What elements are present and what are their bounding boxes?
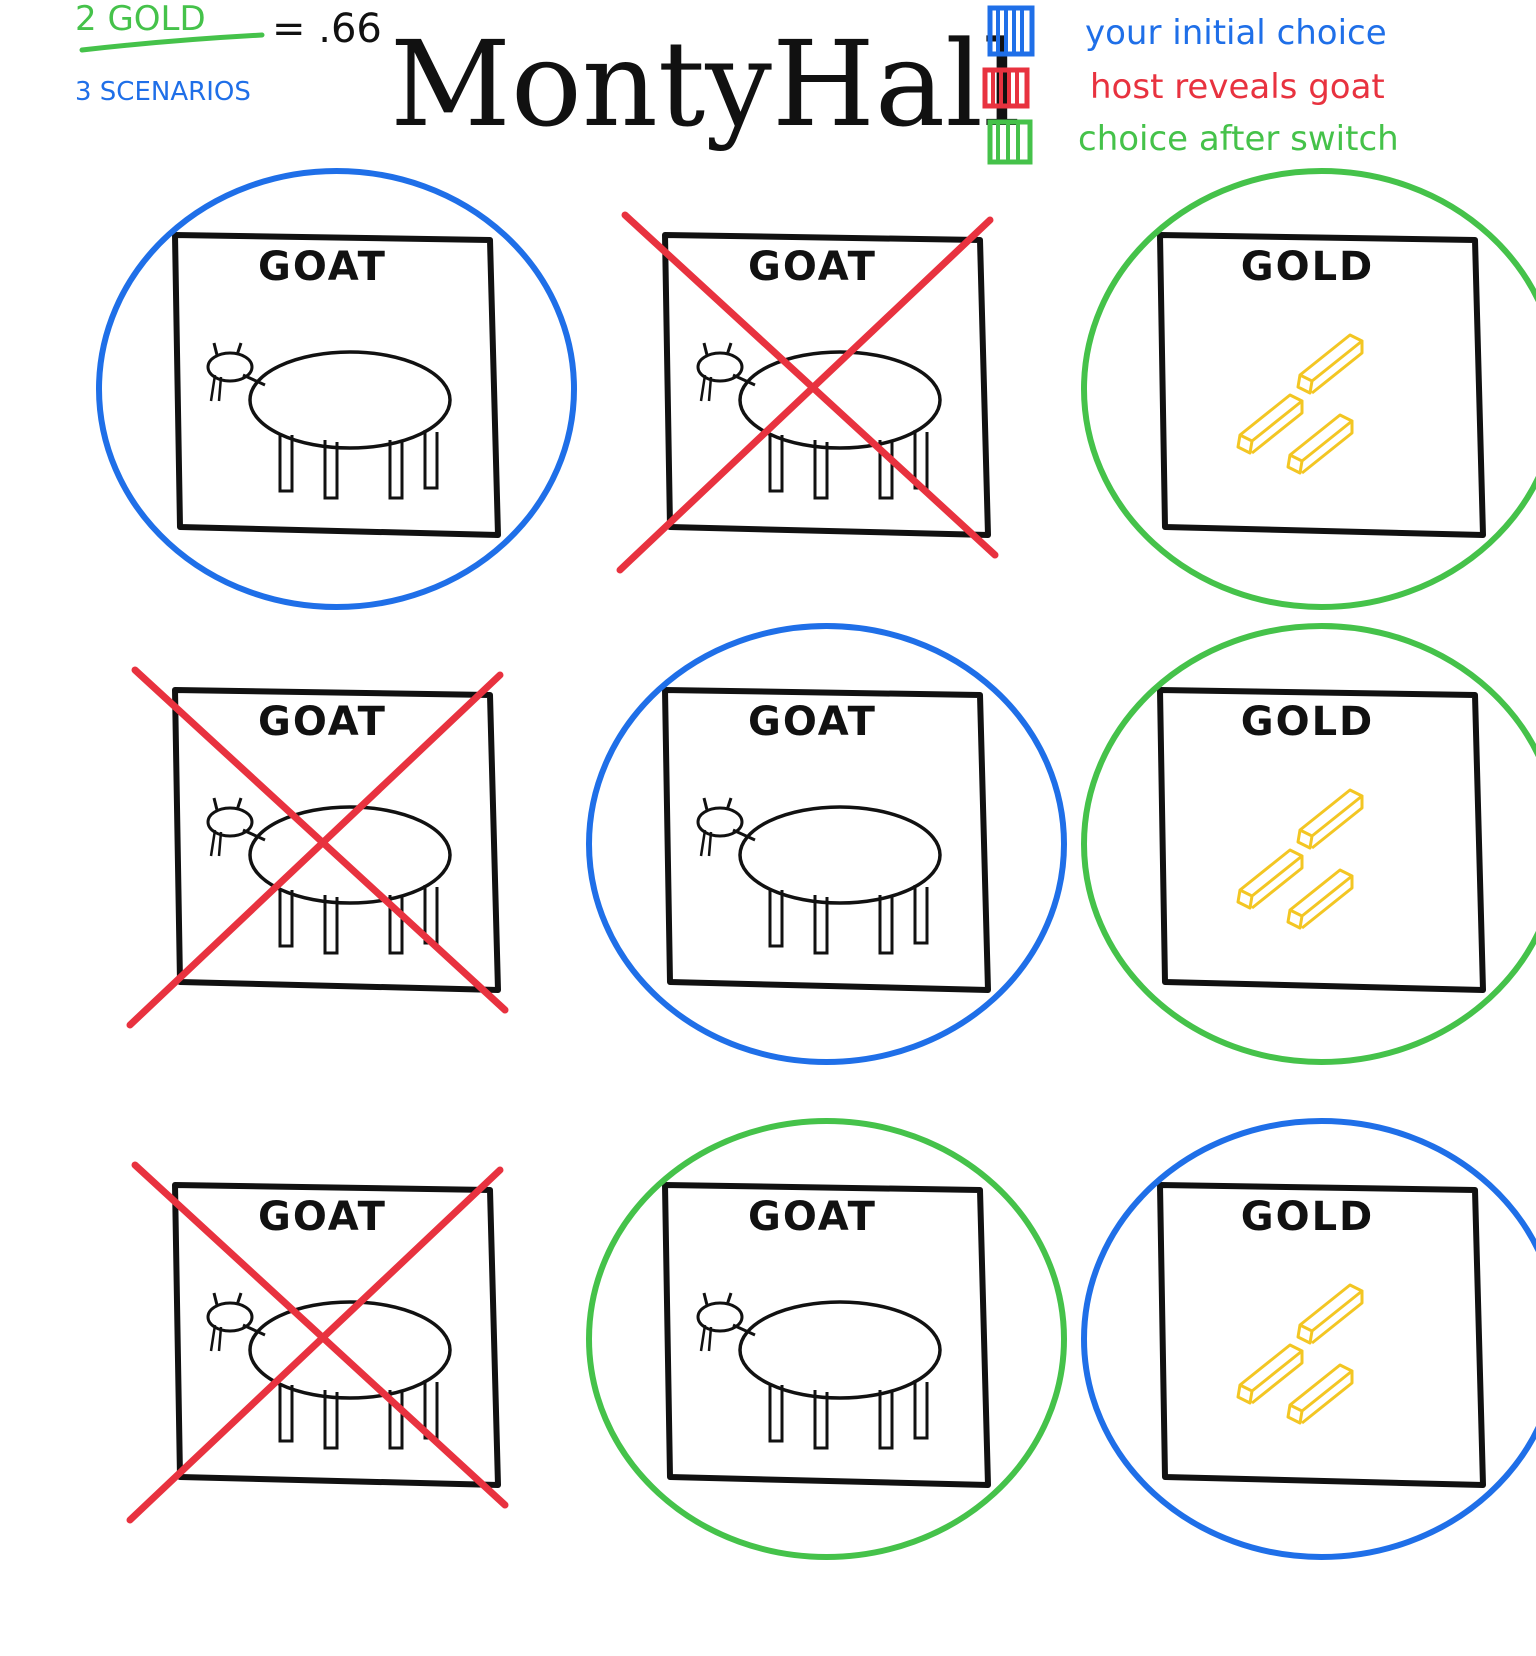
legend-label-switch: choice after switch — [1078, 119, 1399, 159]
door-card: GOLD — [1081, 623, 1536, 1065]
goat-leg — [913, 885, 929, 945]
goat-leg — [278, 433, 294, 493]
goat-leg — [278, 888, 294, 948]
gold-bar — [1286, 1363, 1354, 1425]
door-card: GOAT — [586, 623, 1067, 1065]
door-label: GOLD — [1241, 1194, 1375, 1240]
probability-note: 2 GOLD 3 SCENARIOS = .66 — [75, 0, 382, 107]
gold-bar — [1236, 848, 1304, 910]
door-label: GOLD — [1241, 244, 1375, 290]
gold-bar — [1286, 868, 1354, 930]
goat-leg — [278, 1383, 294, 1443]
door-label: GOAT — [748, 1194, 877, 1240]
door-label: GOAT — [258, 1194, 387, 1240]
legend-label-initial: your initial choice — [1085, 13, 1387, 53]
legend: your initial choice host reveals goat ch… — [982, 5, 1399, 165]
goat-leg — [423, 430, 439, 490]
goat-leg — [768, 888, 784, 948]
goat-leg — [768, 433, 784, 493]
scenario-grid: GOAT GOAT GOLD GOAT GOAT GOLD GOAT GOAT GOLD — [96, 168, 1536, 1560]
door-label: GOAT — [748, 244, 877, 290]
door-label: GOAT — [258, 699, 387, 745]
goat-leg — [878, 895, 894, 955]
door-card: GOLD — [1081, 1118, 1536, 1560]
legend-item-switch: choice after switch — [987, 119, 1399, 165]
door-card: GOAT — [586, 1118, 1067, 1560]
door-card: GOAT — [126, 666, 509, 1029]
page-title: MontyHall — [390, 15, 1021, 153]
door-label: GOAT — [258, 244, 387, 290]
gold-bar — [1296, 788, 1364, 850]
monty-hall-diagram: 2 GOLD 3 SCENARIOS = .66 MontyHall your … — [75, 0, 1536, 1560]
scenario-row: GOAT GOAT GOLD — [126, 1118, 1536, 1560]
gold-bar — [1236, 393, 1304, 455]
fraction-result: = .66 — [272, 6, 382, 52]
legend-item-reveal: host reveals goat — [982, 67, 1385, 109]
gold-bar — [1296, 1283, 1364, 1345]
door-label: GOAT — [748, 699, 877, 745]
door-card: GOAT — [616, 211, 999, 574]
door-label: GOLD — [1241, 699, 1375, 745]
gold-bar — [1296, 333, 1364, 395]
gold-bar — [1286, 413, 1354, 475]
door-card: GOAT — [96, 168, 577, 610]
scenario-row: GOAT GOAT GOLD — [96, 168, 1536, 610]
goat-leg — [913, 1380, 929, 1440]
legend-item-initial: your initial choice — [987, 5, 1387, 57]
door-card: GOLD — [1081, 168, 1536, 610]
fraction-denominator: 3 SCENARIOS — [75, 77, 251, 107]
goat-leg — [768, 1383, 784, 1443]
goat-leg — [388, 440, 404, 500]
goat-leg — [878, 1390, 894, 1450]
scenario-row: GOAT GOAT GOLD — [126, 623, 1536, 1065]
door-card: GOAT — [126, 1161, 509, 1524]
fraction-numerator: 2 GOLD — [75, 0, 206, 39]
gold-bar — [1236, 1343, 1304, 1405]
legend-label-reveal: host reveals goat — [1090, 67, 1385, 107]
